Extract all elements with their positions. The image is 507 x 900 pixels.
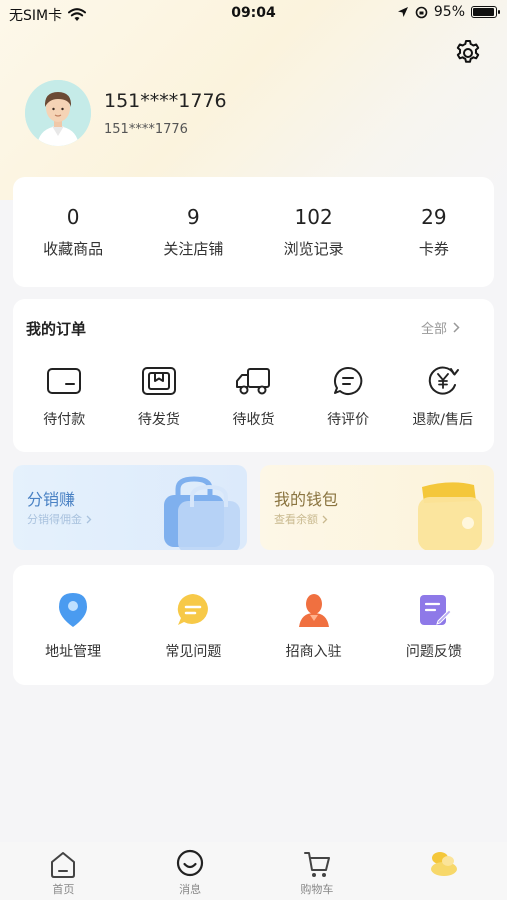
orders-title: 我的订单 <box>26 320 87 338</box>
service-label: 招商入驻 <box>285 644 342 660</box>
settings-gear-icon[interactable] <box>454 39 482 67</box>
cart-icon <box>303 852 330 877</box>
promo-title: 分销赚 <box>27 490 76 509</box>
order-label: 待收货 <box>232 412 275 428</box>
wallet-card-icon <box>47 368 82 394</box>
avatar[interactable] <box>25 80 91 146</box>
tab-messages[interactable]: 消息 <box>127 842 254 900</box>
service-faq[interactable]: 常见问题 <box>133 565 253 685</box>
view-all-orders-link[interactable]: 全部 <box>421 318 460 337</box>
service-label: 常见问题 <box>165 644 222 660</box>
order-label: 待发货 <box>137 412 180 428</box>
chevron-right-icon <box>322 515 328 523</box>
comment-bubble-icon <box>334 366 363 395</box>
order-pending-shipment[interactable]: 待发货 <box>114 365 204 429</box>
service-label: 地址管理 <box>45 644 102 660</box>
status-bar: 无SIM卡 09:04 95% <box>0 0 507 28</box>
promo-subtitle: 查看余额 <box>274 513 318 526</box>
order-pending-payment[interactable]: 待付款 <box>19 365 109 429</box>
stat-followed-shops[interactable]: 9 关注店铺 <box>133 177 253 287</box>
user-nickname: 151****1776 <box>104 89 227 112</box>
package-box-icon <box>141 367 176 395</box>
tab-label: 消息 <box>179 883 202 896</box>
my-orders-card: 我的订单 全部 待付款 待发货 待收货 待评价 退款/售后 <box>13 299 494 452</box>
location-pin-icon <box>59 593 88 627</box>
stats-card: 0 收藏商品 9 关注店铺 102 浏览记录 29 卡券 <box>13 177 494 287</box>
stat-coupons[interactable]: 29 卡券 <box>374 177 494 287</box>
tab-label: 首页 <box>52 883 75 896</box>
tab-home[interactable]: 首页 <box>0 842 127 900</box>
stat-label: 卡券 <box>418 240 449 258</box>
order-pending-review[interactable]: 待评价 <box>303 365 393 429</box>
chevron-right-icon <box>453 322 460 333</box>
order-label: 退款/售后 <box>412 412 474 428</box>
tab-cart[interactable]: 购物车 <box>254 842 381 900</box>
order-label: 待评价 <box>327 412 370 428</box>
stat-label: 收藏商品 <box>43 240 104 258</box>
tab-profile[interactable] <box>380 842 507 900</box>
stat-label: 关注店铺 <box>163 240 224 258</box>
order-label: 待付款 <box>43 412 86 428</box>
chevron-right-icon <box>86 515 92 523</box>
orientation-lock-icon <box>415 6 428 18</box>
delivery-truck-icon <box>236 368 271 395</box>
battery-icon <box>471 6 500 18</box>
user-phone: 151****1776 <box>104 121 188 137</box>
service-label: 问题反馈 <box>405 644 462 660</box>
location-arrow-icon <box>397 7 408 17</box>
stat-value: 9 <box>187 205 200 229</box>
message-icon <box>177 849 204 877</box>
promo-title: 我的钱包 <box>274 490 339 509</box>
wallet-icon <box>418 482 482 550</box>
profile-header[interactable]: 151****1776 151****1776 <box>25 80 227 146</box>
services-card: 地址管理 常见问题 招商入驻 问题反馈 <box>13 565 494 685</box>
shopping-bag-icon <box>164 476 240 550</box>
stat-label: 浏览记录 <box>283 240 344 258</box>
stat-value: 102 <box>294 205 333 229</box>
service-feedback[interactable]: 问题反馈 <box>374 565 494 685</box>
view-all-label: 全部 <box>420 322 447 337</box>
stat-favorites[interactable]: 0 收藏商品 <box>13 177 133 287</box>
order-refund-aftersale[interactable]: 退款/售后 <box>398 365 488 429</box>
order-pending-receipt[interactable]: 待收货 <box>208 365 298 429</box>
feedback-edit-icon <box>419 595 452 625</box>
home-icon <box>51 852 76 878</box>
stat-value: 29 <box>421 205 447 229</box>
battery-percent: 95% <box>433 4 465 20</box>
avatar-illustration <box>25 80 91 146</box>
person-bust-icon <box>298 594 329 627</box>
service-merchant-join[interactable]: 招商入驻 <box>254 565 374 685</box>
my-wallet-banner[interactable]: 我的钱包 查看余额 <box>260 465 494 550</box>
yen-refund-icon <box>428 366 459 395</box>
stat-value: 0 <box>66 205 80 229</box>
chat-bubble-icon <box>178 594 209 625</box>
service-address-management[interactable]: 地址管理 <box>13 565 133 685</box>
tab-label: 购物车 <box>300 883 334 896</box>
promo-subtitle: 分销得佣金 <box>27 513 82 526</box>
battery-level-fill <box>473 8 494 16</box>
profile-coins-icon <box>430 852 457 876</box>
distribution-earn-banner[interactable]: 分销赚 分销得佣金 <box>13 465 247 550</box>
stat-browse-history[interactable]: 102 浏览记录 <box>254 177 374 287</box>
bottom-tab-bar: 首页 消息 购物车 <box>0 842 507 900</box>
